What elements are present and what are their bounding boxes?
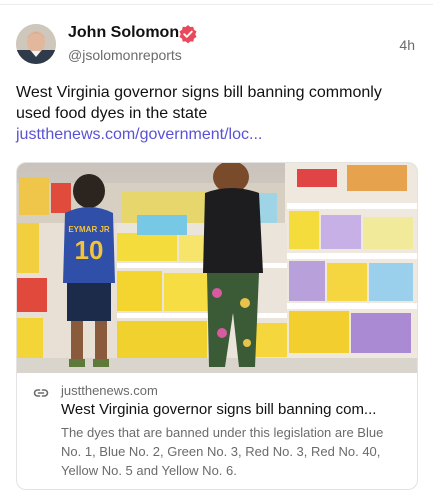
card-title[interactable]: West Virginia governor signs bill bannin… (61, 401, 401, 418)
verified-badge-icon (179, 25, 197, 44)
shirt-number: 10 (75, 235, 104, 265)
avatar[interactable] (16, 24, 56, 64)
top-divider (0, 0, 433, 5)
post-timestamp[interactable]: 4h (399, 37, 415, 53)
post-body: West Virginia governor signs bill bannin… (16, 84, 382, 122)
avatar-image (16, 24, 56, 64)
author-name[interactable]: John Solomon (68, 24, 179, 42)
post-text: West Virginia governor signs bill bannin… (16, 82, 411, 145)
card-description: The dyes that are banned under this legi… (61, 425, 384, 478)
post-link[interactable]: justthenews.com/government/loc... (16, 126, 262, 143)
card-domain: justthenews.com (61, 383, 158, 398)
link-preview-card[interactable]: EYMAR JR 10 justthenews.com West Virgini… (16, 162, 418, 490)
card-image[interactable]: EYMAR JR 10 (17, 163, 417, 373)
shirt-text: EYMAR JR (68, 225, 110, 234)
link-icon (33, 389, 49, 397)
author-handle[interactable]: @jsolomonreports (68, 47, 182, 63)
store-aisle-photo: EYMAR JR 10 (17, 163, 417, 373)
